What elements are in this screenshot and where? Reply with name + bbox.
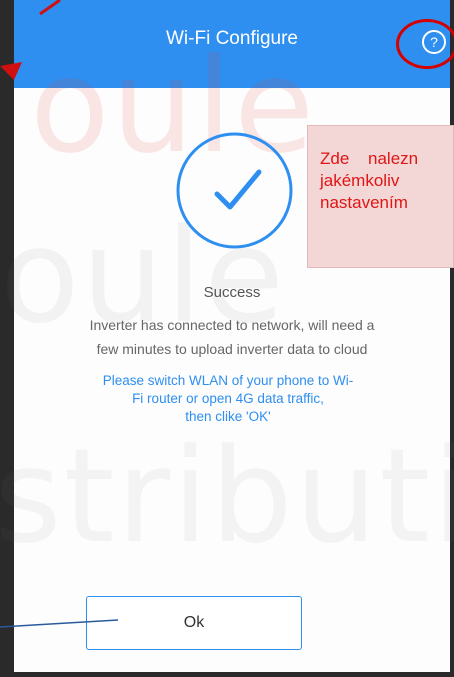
annotation-arrows — [0, 0, 119, 628]
red-arrow-head-icon — [0, 62, 22, 80]
red-arrow-line — [39, 0, 61, 16]
blue-pointer-line — [0, 619, 119, 628]
